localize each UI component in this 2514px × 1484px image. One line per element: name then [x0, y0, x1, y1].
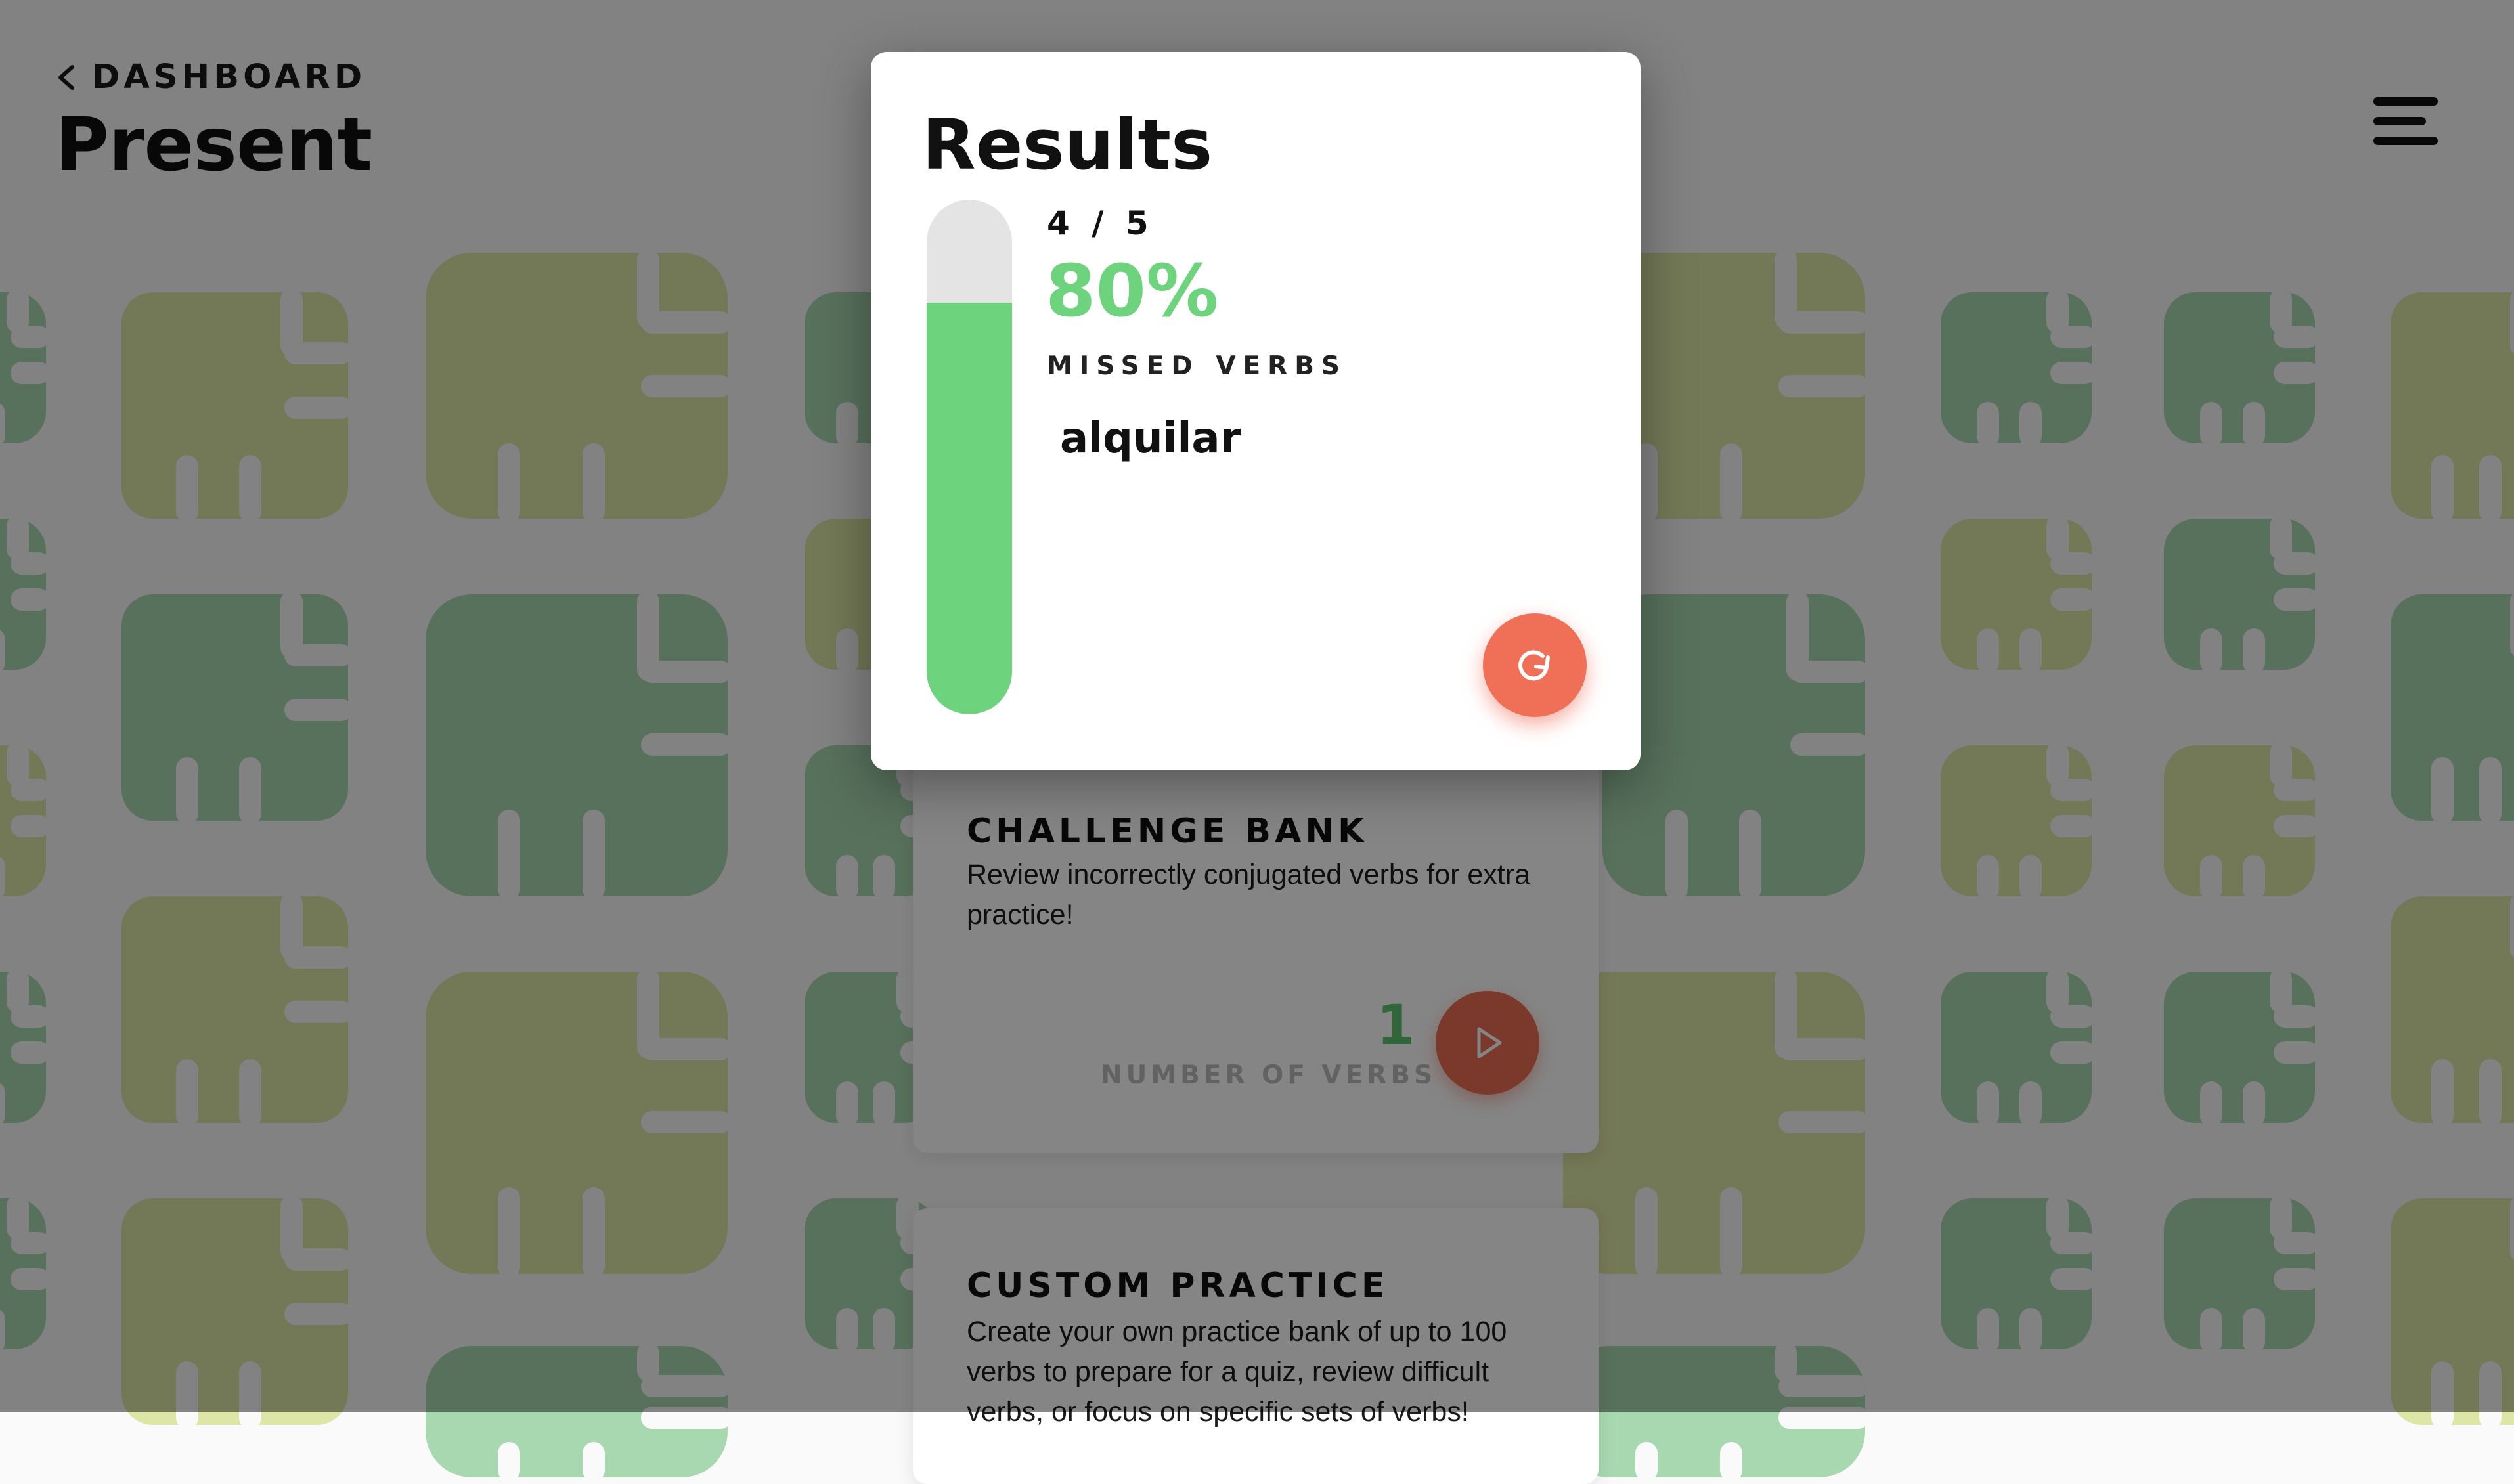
- results-modal: Results 4 / 5 80% MISSED VERBS alquilar: [871, 52, 1641, 770]
- results-title: Results: [922, 104, 1213, 185]
- score-percent: 80%: [1046, 249, 1219, 333]
- retry-button[interactable]: [1483, 613, 1587, 717]
- missed-verbs-label: MISSED VERBS: [1047, 351, 1348, 381]
- score-fraction: 4 / 5: [1047, 204, 1154, 242]
- refresh-icon: [1518, 650, 1550, 681]
- missed-verbs-list: alquilar: [1060, 409, 1241, 468]
- missed-verb-item: alquilar: [1060, 414, 1241, 463]
- score-progress-bar: [927, 200, 1012, 714]
- score-progress-fill: [927, 302, 1012, 714]
